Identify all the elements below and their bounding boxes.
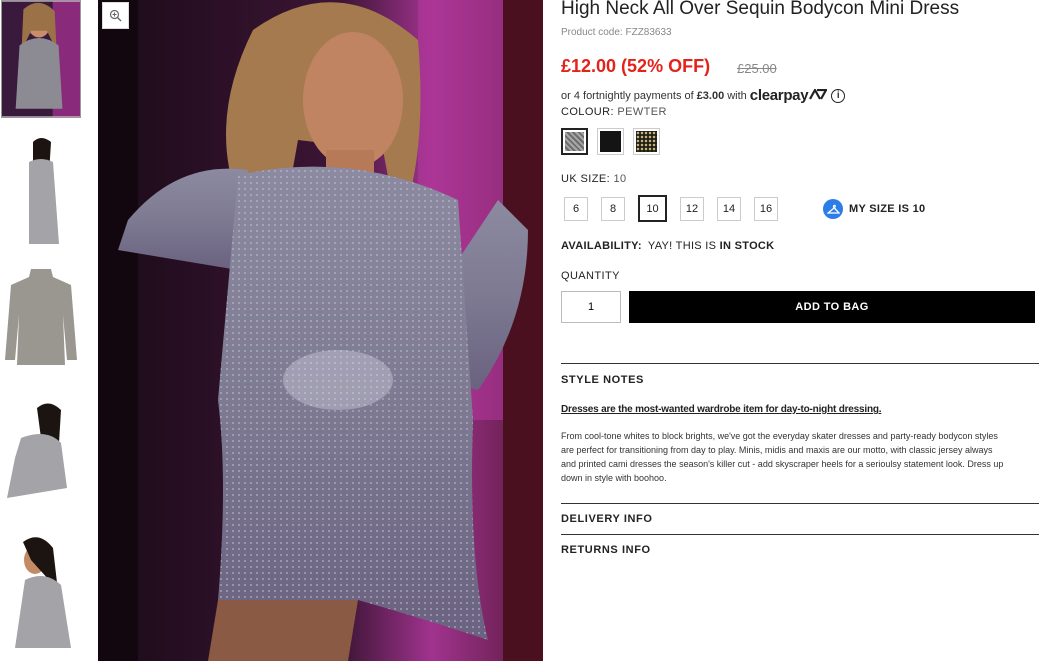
size-label: UK SIZE: 10 <box>561 173 627 185</box>
clearpay-with: with <box>727 89 747 102</box>
colour-label: COLOUR: PEWTER <box>561 106 667 118</box>
style-notes-intro: Dresses are the most-wanted wardrobe ite… <box>561 404 882 415</box>
quantity-input[interactable] <box>561 291 621 323</box>
stock-status: IN STOCK <box>719 240 775 252</box>
zoom-button[interactable] <box>102 2 129 29</box>
availability-label: AVAILABILITY: <box>561 240 642 252</box>
availability: AVAILABILITY: YAY! THIS IS IN STOCK <box>561 240 774 252</box>
my-size-button[interactable]: MY SIZE IS 10 <box>823 199 925 219</box>
product-code: Product code: FZZ83633 <box>561 27 672 38</box>
divider <box>561 503 1039 504</box>
colour-value: PEWTER <box>617 106 667 118</box>
size-options: 6 8 10 12 14 16 <box>564 195 791 222</box>
availability-text: YAY! THIS IS <box>647 240 717 252</box>
swatch-pewter[interactable] <box>561 128 588 155</box>
my-size-label: MY SIZE IS 10 <box>849 203 926 215</box>
swatch-black[interactable] <box>597 128 624 155</box>
divider <box>561 363 1039 364</box>
delivery-info-header[interactable]: DELIVERY INFO <box>561 513 653 525</box>
thumbnail-5[interactable] <box>1 530 81 648</box>
hanger-icon <box>823 199 843 219</box>
colour-swatches <box>561 128 660 155</box>
quantity-label: QUANTITY <box>561 270 620 282</box>
add-to-bag-button[interactable]: ADD TO BAG <box>629 291 1035 323</box>
size-value: 10 <box>613 173 627 185</box>
sale-price: £12.00 (52% OFF) <box>561 56 711 76</box>
thumbnail-1[interactable] <box>1 0 81 118</box>
clearpay-amount: £3.00 <box>696 89 725 102</box>
clearpay-row: or 4 fortnightly payments of £3.00 with … <box>561 87 846 104</box>
thumbnail-4[interactable] <box>1 398 81 516</box>
thumbnail-3[interactable] <box>1 265 81 383</box>
clearpay-arrows-icon <box>809 87 829 100</box>
style-notes-description: From cool-tone whites to block brights, … <box>561 431 1004 483</box>
thumbnail-2[interactable] <box>1 134 81 252</box>
clearpay-logo: clearpay <box>750 87 829 104</box>
style-notes-header[interactable]: STYLE NOTES <box>561 374 644 386</box>
divider <box>561 534 1039 535</box>
zoom-in-icon <box>109 9 122 22</box>
size-option-10[interactable]: 10 <box>638 195 667 222</box>
info-icon[interactable]: i <box>831 88 846 103</box>
size-option-16[interactable]: 16 <box>754 197 778 221</box>
size-option-6[interactable]: 6 <box>564 197 588 221</box>
size-option-14[interactable]: 14 <box>717 197 741 221</box>
size-option-12[interactable]: 12 <box>680 197 704 221</box>
was-price: £25.00 <box>737 61 777 76</box>
clearpay-text: or 4 fortnightly payments of <box>561 89 694 102</box>
size-option-8[interactable]: 8 <box>601 197 625 221</box>
product-title: High Neck All Over Sequin Bodycon Mini D… <box>561 0 960 19</box>
swatch-gold[interactable] <box>633 128 660 155</box>
main-product-image[interactable] <box>98 0 543 661</box>
returns-info-header[interactable]: RETURNS INFO <box>561 544 651 556</box>
